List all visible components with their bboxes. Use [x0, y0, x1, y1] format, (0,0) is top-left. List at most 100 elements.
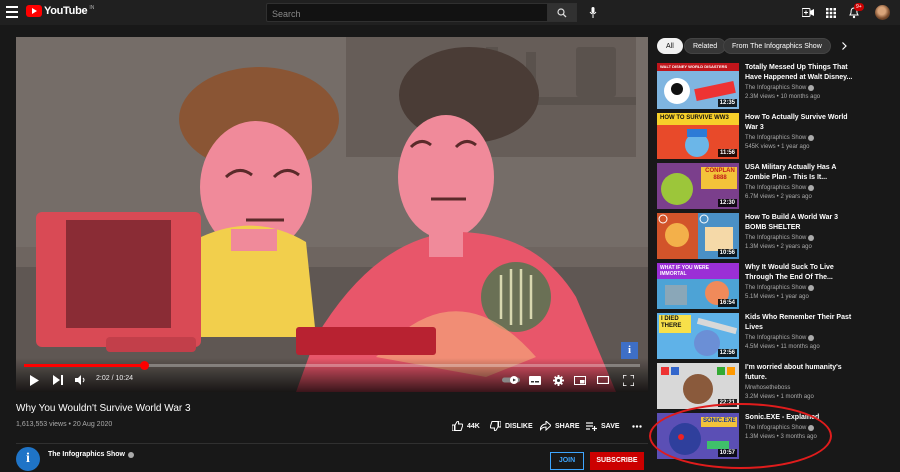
search-button[interactable] [547, 3, 577, 22]
recommendation-channel[interactable]: Mrwhosetheboss [745, 385, 853, 391]
miniplayer-icon [574, 375, 586, 385]
save-button[interactable]: SAVE [586, 420, 620, 432]
channel-name[interactable]: The Infographics Show [48, 451, 135, 458]
fullscreen-button[interactable] [621, 373, 635, 387]
volume-button[interactable] [74, 373, 88, 387]
chips-next-button[interactable] [838, 40, 850, 52]
gear-icon [552, 374, 564, 386]
skip-next-icon [53, 375, 63, 385]
recommendation-channel[interactable]: The Infographics Show [745, 235, 853, 241]
play-button[interactable] [26, 373, 42, 387]
recommendation-item[interactable]: I DIED THERE 12:56 Kids Who Remember The… [657, 313, 851, 359]
recommendation-item[interactable]: WALT DISNEY WORLD DISASTERS 12:35 Totall… [657, 63, 852, 109]
video-frame-illustration [16, 37, 648, 392]
divider [16, 443, 648, 444]
share-button[interactable]: SHARE [540, 420, 580, 432]
volume-icon [75, 375, 85, 385]
video-thumbnail[interactable]: 10:56 [657, 213, 739, 259]
video-thumbnail[interactable]: CONPLAN 8888 12:30 [657, 163, 739, 209]
playlist-add-icon [586, 421, 597, 431]
recommendation-title[interactable]: Totally Messed Up Things That Have Happe… [745, 63, 853, 83]
recommendation-title[interactable]: How To Actually Survive World War 3 [745, 113, 853, 133]
info-card-icon[interactable]: i [621, 342, 638, 359]
save-label: SAVE [601, 422, 620, 430]
recommendation-item[interactable]: WHAT IF YOU WERE IMMORTAL 16:54 Why It W… [657, 263, 847, 309]
share-label: SHARE [555, 422, 580, 430]
more-horizontal-icon [632, 424, 642, 428]
video-thumbnail[interactable]: HOW TO SURVIVE WW3 11:56 [657, 113, 739, 159]
menu-icon[interactable] [6, 6, 18, 18]
top-bar: YouTube IN 9+ [0, 0, 900, 25]
thumbs-down-icon [490, 421, 501, 431]
create-video-button[interactable] [800, 5, 815, 20]
recommendation-title[interactable]: How To Build A World War 3 BOMB SHELTER [745, 213, 853, 233]
recommendation-channel[interactable]: The Infographics Show [745, 335, 853, 341]
video-duration: 12:35 [717, 99, 737, 107]
video-thumbnail[interactable]: 22:21 [657, 363, 739, 409]
settings-button[interactable] [551, 373, 565, 387]
user-avatar[interactable] [875, 5, 890, 20]
autoplay-toggle[interactable] [502, 373, 520, 387]
recommendation-meta: 6.7M views • 2 years ago [745, 194, 812, 200]
voice-search-button[interactable] [584, 4, 601, 21]
video-player[interactable]: i 2:02 / 10:24 [16, 37, 648, 392]
dislike-button[interactable]: DISLIKE [490, 420, 533, 432]
video-views-date: 1,613,553 views • 20 Aug 2020 [16, 421, 113, 428]
recommendation-item[interactable]: 22:21 I'm worried about humanity's futur… [657, 363, 847, 409]
progress-bar[interactable] [24, 361, 640, 370]
recommendation-channel[interactable]: The Infographics Show [745, 85, 853, 91]
apps-button[interactable] [823, 5, 838, 20]
recommendation-item[interactable]: 10:56 How To Build A World War 3 BOMB SH… [657, 213, 847, 259]
theater-mode-button[interactable] [596, 373, 610, 387]
recommendation-channel[interactable]: The Infographics Show [745, 185, 853, 191]
chip-related[interactable]: Related [684, 38, 727, 54]
recommendation-item[interactable]: CONPLAN 8888 12:30 USA Military Actually… [657, 163, 847, 209]
youtube-logo[interactable]: YouTube IN [26, 5, 94, 17]
thumbnail-text: WHAT IF YOU WERE IMMORTAL [660, 265, 709, 277]
thumbs-up-icon [452, 421, 463, 431]
verified-check-icon [808, 285, 815, 291]
recommendation-channel[interactable]: The Infographics Show [745, 135, 853, 141]
recommendation-title[interactable]: Why It Would Suck To Live Through The En… [745, 263, 853, 283]
recommendation-title[interactable]: Kids Who Remember Their Past Lives [745, 313, 853, 333]
video-thumbnail[interactable]: WHAT IF YOU WERE IMMORTAL 16:54 [657, 263, 739, 309]
channel-avatar[interactable]: i [16, 447, 40, 471]
recommendation-meta: 3.2M views • 1 month ago [745, 394, 814, 400]
verified-check-icon [128, 451, 135, 458]
recommendation-item[interactable]: HOW TO SURVIVE WW3 11:56 How To Actually… [657, 113, 848, 159]
highlight-annotation-circle [649, 403, 832, 469]
search-input[interactable] [267, 5, 547, 23]
recommendation-meta: 5.1M views • 1 year ago [745, 294, 809, 300]
more-actions-button[interactable] [632, 420, 642, 432]
subtitles-icon [529, 375, 541, 385]
recommendation-title[interactable]: USA Military Actually Has A Zombie Plan … [745, 163, 853, 183]
video-duration: 11:56 [717, 149, 737, 157]
video-title: Why You Wouldn't Survive World War 3 [16, 403, 191, 414]
miniplayer-button[interactable] [573, 373, 587, 387]
video-thumbnail[interactable]: I DIED THERE 12:56 [657, 313, 739, 359]
thumbnail-text: WALT DISNEY WORLD DISASTERS [660, 64, 728, 69]
subscribe-button[interactable]: SUBSCRIBE [590, 452, 644, 470]
verified-check-icon [808, 85, 815, 91]
recommendation-title[interactable]: I'm worried about humanity's future. [745, 363, 853, 383]
like-button[interactable]: 44K [452, 420, 480, 432]
thumbnail-text: I DIED THERE [661, 316, 682, 329]
like-count: 44K [467, 422, 480, 430]
autoplay-toggle-icon [502, 376, 520, 384]
join-button[interactable]: JOIN [550, 452, 584, 470]
notification-badge: 9+ [854, 3, 864, 11]
chip-from-channel[interactable]: From The Infographics Show [723, 38, 831, 54]
progress-fill [24, 364, 145, 367]
time-display: 2:02 / 10:24 [96, 375, 133, 382]
video-duration: 12:30 [717, 199, 737, 207]
theater-mode-icon [597, 376, 609, 384]
video-thumbnail[interactable]: WALT DISNEY WORLD DISASTERS 12:35 [657, 63, 739, 109]
recommendation-meta: 545K views • 1 year ago [745, 144, 810, 150]
thumbnail-text: CONPLAN 8888 [705, 168, 735, 181]
recommendation-channel[interactable]: The Infographics Show [745, 285, 853, 291]
subtitles-button[interactable] [528, 373, 542, 387]
verified-check-icon [808, 235, 815, 241]
recommendation-meta: 2.3M views • 10 months ago [745, 94, 821, 100]
chip-all[interactable]: All [657, 38, 683, 54]
next-button[interactable] [51, 373, 65, 387]
